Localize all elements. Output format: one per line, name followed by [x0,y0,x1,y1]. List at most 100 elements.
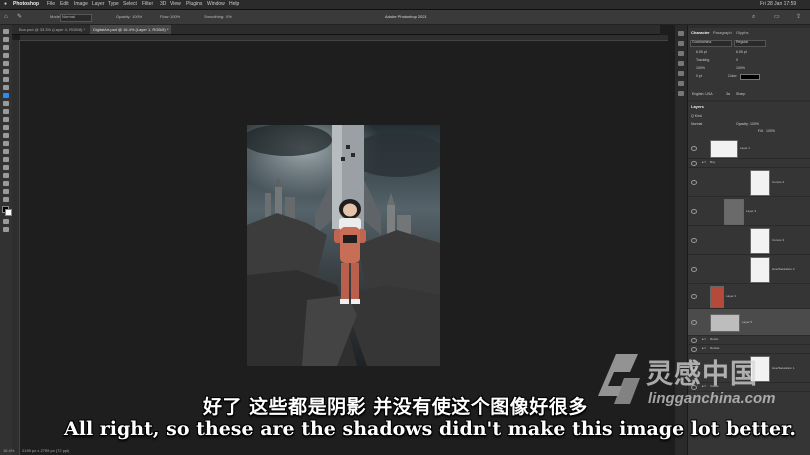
layer-opacity-value[interactable]: 100% [750,122,759,126]
eye-icon[interactable] [691,238,697,243]
gradient-tool-icon[interactable] [3,125,9,130]
eye-icon[interactable] [691,294,697,299]
app-menu[interactable]: Photoshop [13,0,39,9]
menu-plugins[interactable]: Plugins [186,0,202,9]
tab-paragraph[interactable]: Paragraph [713,30,732,35]
eyedropper-tool-icon[interactable] [3,77,9,82]
layer-row[interactable]: Curves 3 [688,226,810,255]
smoothing-value[interactable]: 0% [226,10,232,24]
move-tool-icon[interactable] [3,29,9,34]
dodge-tool-icon[interactable] [3,141,9,146]
tracking-value[interactable]: Tracking [696,58,709,62]
layer-row[interactable]: Layer 2 [688,284,810,309]
watermark-url: lingganchina.com [648,390,776,407]
layer-fill-value[interactable]: 100% [766,129,775,133]
zoom-tool-icon[interactable] [3,189,9,194]
home-icon[interactable]: ⌂ [4,10,8,24]
menu-layer[interactable]: Layer [92,0,105,9]
adjustments-panel-icon[interactable] [678,61,684,66]
type-tool-icon[interactable] [3,157,9,162]
paths-panel-icon[interactable] [678,81,684,86]
tab-glyphs[interactable]: Glyphs [736,30,748,35]
menu-3d[interactable]: 3D [160,0,166,9]
more-tools-icon[interactable] [3,197,9,202]
lasso-tool-icon[interactable] [3,45,9,50]
tab-bos[interactable]: Bos.psd @ 33.3% (Layer 4, RGB/8) * [16,25,88,34]
quick-mask-icon[interactable] [3,219,9,224]
quick-select-tool-icon[interactable] [3,53,9,58]
eye-icon[interactable] [691,338,697,343]
document-canvas[interactable] [247,125,440,366]
stamp-tool-icon[interactable] [3,101,9,106]
screen-mode-icon[interactable] [3,227,9,232]
history-panel-icon[interactable] [678,31,684,36]
layer-row-selected[interactable]: Layer 5 [688,309,810,336]
workspace-icon[interactable]: ▭ [774,10,780,24]
path-select-icon[interactable] [3,165,9,170]
crop-tool-icon[interactable] [3,61,9,66]
layer-row[interactable]: Hue/Saturation 2 [688,255,810,284]
search-icon[interactable]: ⌕ [752,10,755,24]
menu-image[interactable]: Image [74,0,88,9]
layer-filter-kind[interactable]: Q Kind [691,114,702,118]
history-brush-icon[interactable] [3,109,9,114]
eye-icon[interactable] [691,180,697,185]
eye-icon[interactable] [691,320,697,325]
watermark-logo-icon [598,354,640,404]
layer-group-row[interactable]: ▸▭ Boy [688,159,810,168]
antialias-select[interactable]: Sharp [736,92,745,96]
eye-icon[interactable] [691,161,697,166]
brush-tool-icon[interactable] [3,93,9,98]
channels-panel-icon[interactable] [678,91,684,96]
baseline-shift-value[interactable]: 0 pt [696,74,702,78]
tab-digitalart[interactable]: DigitalArt.psd @ 16.4% (Layer 1, RGB/8) … [90,25,172,34]
menu-type[interactable]: Type [108,0,119,9]
apple-icon[interactable]: ● [4,0,7,9]
layer-mask-thumbnail [750,257,770,283]
menu-view[interactable]: View [170,0,181,9]
leading-value[interactable]: 6.05 pt [736,50,747,54]
frame-tool-icon[interactable] [3,69,9,74]
menu-filter[interactable]: Filter [142,0,153,9]
layer-row[interactable]: Layer 3 [688,197,810,226]
layer-group-row[interactable]: ▸▭ Rocks [688,336,810,345]
healing-tool-icon[interactable] [3,85,9,90]
layer-row[interactable]: Curves 4 [688,168,810,197]
eye-icon[interactable] [691,209,697,214]
font-size-value[interactable]: 6.05 pt [696,50,707,54]
share-icon[interactable]: ⇪ [796,10,801,24]
opacity-value[interactable]: 100% [132,10,142,24]
pen-tool-icon[interactable] [3,149,9,154]
flow-value[interactable]: 100% [170,10,180,24]
blur-tool-icon[interactable] [3,133,9,138]
horizontal-scale-value[interactable]: 100% [736,66,745,70]
layers-panel-title[interactable]: Layers [691,104,704,109]
zoom-level[interactable]: 16.4% [3,447,14,455]
layer-name: Hue/Saturation 2 [772,267,795,271]
properties-panel-icon[interactable] [678,51,684,56]
layer-name: Rocks [710,337,719,341]
blend-mode-select[interactable]: Normal [691,122,702,126]
layer-row[interactable]: Layer 1 [688,138,810,159]
eraser-tool-icon[interactable] [3,117,9,122]
brush-panel-icon[interactable] [678,41,684,46]
eye-icon[interactable] [691,146,697,151]
menu-select[interactable]: Select [123,0,137,9]
kerning-value[interactable]: 0 [736,58,738,62]
marquee-tool-icon[interactable] [3,37,9,42]
background-color-swatch[interactable] [5,209,12,216]
menu-window[interactable]: Window [207,0,225,9]
eye-icon[interactable] [691,267,697,272]
tab-character[interactable]: Character [691,30,710,35]
menu-file[interactable]: File [47,0,55,9]
language-select[interactable]: English: USA [692,92,713,96]
shape-tool-icon[interactable] [3,173,9,178]
menu-edit[interactable]: Edit [60,0,69,9]
menu-help[interactable]: Help [229,0,239,9]
vertical-scale-value[interactable]: 100% [696,66,705,70]
hand-tool-icon[interactable] [3,181,9,186]
font-style-value: Regular [736,40,749,44]
swatches-panel-icon[interactable] [678,71,684,76]
brush-icon[interactable]: ✎ [17,10,22,24]
text-color-swatch[interactable] [740,74,760,80]
